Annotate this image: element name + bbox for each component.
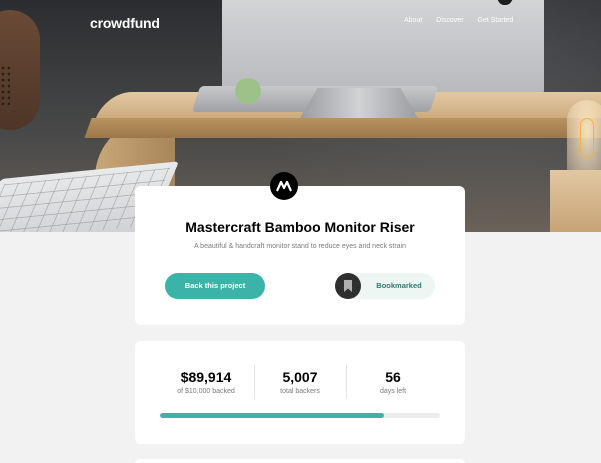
backed-amount: $89,914 [180, 369, 232, 385]
progress-fill [160, 413, 384, 418]
days-caption: days left [379, 388, 407, 395]
stat-backers: 5,007 total backers [254, 369, 346, 395]
stat-days-left: 56 days left [347, 369, 439, 395]
days-left: 56 [385, 369, 401, 385]
mastercraft-logo-icon [270, 172, 298, 200]
nav-link-about[interactable]: About [404, 15, 422, 26]
backers-caption: total backers [280, 388, 320, 395]
stat-backed: $89,914 of $10,000 backed [160, 369, 252, 395]
nav-link-get-started[interactable]: Get Started [478, 15, 514, 26]
bookmark-button[interactable]: Bookmarked [335, 273, 435, 299]
bookmark-icon [335, 273, 361, 299]
nav-link-discover[interactable]: Discover [436, 15, 463, 26]
backers-count: 5,007 [282, 369, 318, 385]
back-project-button[interactable]: Back this project [165, 273, 265, 299]
project-description: A beautiful & handcraft monitor stand to… [193, 243, 407, 250]
project-title: Mastercraft Bamboo Monitor Riser [185, 219, 415, 235]
project-card [135, 186, 465, 325]
progress-bar [160, 413, 440, 418]
bookmark-label: Bookmarked [376, 281, 422, 290]
main-nav: About Discover Get Started [404, 15, 527, 26]
brand-logo[interactable]: crowdfund [90, 15, 160, 31]
about-card [135, 459, 465, 463]
backed-caption: of $10,000 backed [177, 388, 235, 395]
